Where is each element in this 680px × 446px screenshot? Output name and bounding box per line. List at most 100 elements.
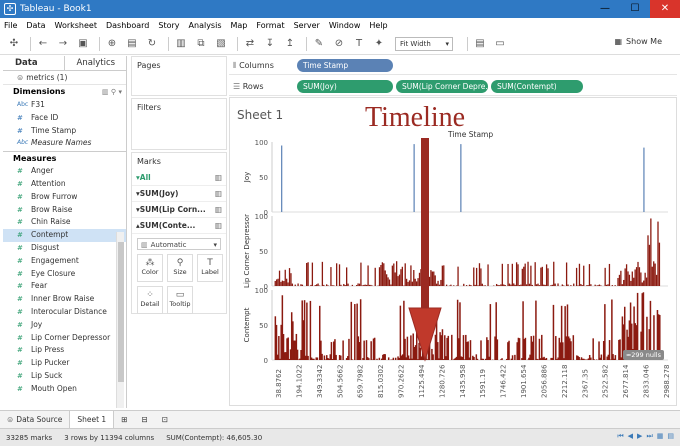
detail-mark-button[interactable]: ⁘ Detail (137, 286, 163, 314)
group-icon[interactable]: ⊘ (331, 36, 347, 52)
color-mark-button[interactable]: ⁂ Color (137, 254, 163, 282)
sheet-tab[interactable]: Sheet 1 (69, 410, 115, 429)
bar-mark (296, 349, 299, 360)
measure-field[interactable]: # Lip Corner Depressor (3, 332, 126, 345)
dimension-field[interactable]: Abc F31 (3, 99, 126, 112)
measure-field[interactable]: # Disgust (3, 242, 126, 255)
bar-mark (520, 284, 522, 286)
tableau-home-icon[interactable]: ✣ (6, 36, 22, 52)
measures-scrollbar[interactable] (116, 232, 124, 408)
measure-field[interactable]: # Brow Raise (3, 204, 126, 217)
row-pill-joy[interactable]: SUM(Joy) (297, 80, 393, 93)
new-worksheet-icon[interactable]: ▥ (173, 36, 189, 52)
measure-field[interactable]: # Lip Suck (3, 370, 126, 383)
labels-icon[interactable]: T (351, 36, 367, 52)
menu-dashboard[interactable]: Dashboard (106, 21, 149, 30)
prev-sheet-icon[interactable]: ◀ (628, 432, 633, 441)
marks-layer-row[interactable]: ▾ SUM(Joy) ▥ (132, 186, 226, 202)
tab-analytics[interactable]: Analytics (65, 56, 127, 70)
filters-card[interactable]: Filters (131, 98, 227, 150)
show-me-button[interactable]: ▦ Show Me (614, 37, 662, 46)
menu-worksheet[interactable]: Worksheet (55, 21, 97, 30)
measure-field[interactable]: # Lip Press (3, 344, 126, 357)
measure-field[interactable]: # Chin Raise (3, 216, 126, 229)
bar-mark (413, 144, 415, 212)
new-story-tab-icon[interactable]: ⊡ (155, 411, 175, 429)
last-sheet-icon[interactable]: ⏭ (646, 432, 652, 441)
menu-help[interactable]: Help (369, 21, 387, 30)
measure-field[interactable]: # Mouth Open (3, 383, 126, 396)
dimension-field[interactable]: # Time Stamp (3, 125, 126, 138)
size-mark-button[interactable]: ⚲ Size (167, 254, 193, 282)
measure-field[interactable]: # Attention (3, 178, 126, 191)
close-button[interactable]: ✕ (650, 0, 680, 18)
chart-svg[interactable]: 050100Joy050100Lip Corner Depressor05010… (230, 98, 676, 405)
measure-field[interactable]: # Lip Pucker (3, 357, 126, 370)
mark-type-dropdown[interactable]: ▥ Automatic ▾ (137, 238, 221, 250)
menu-format[interactable]: Format (256, 21, 284, 30)
bar-mark (507, 263, 509, 286)
measure-field[interactable]: # Contempt (3, 229, 126, 242)
row-pill-contempt[interactable]: SUM(Contempt) (491, 80, 583, 93)
show-cards-icon[interactable]: ▤ (472, 36, 488, 52)
rows-shelf[interactable]: ☰ Rows SUM(Joy) SUM(Lip Corner Depre.. S… (229, 78, 677, 96)
tooltip-mark-button[interactable]: ▭ Tooltip (167, 286, 193, 314)
marks-layer-row[interactable]: ▾ All ▥ (132, 170, 226, 186)
sheet-sorter-icon[interactable]: ▦ (657, 432, 664, 441)
menu-window[interactable]: Window (329, 21, 361, 30)
datasource-tab[interactable]: ⊜ Data Source (0, 411, 69, 429)
measure-field[interactable]: # Engagement (3, 255, 126, 268)
clear-sheet-icon[interactable]: ▧ (213, 36, 229, 52)
menu-file[interactable]: File (4, 21, 17, 30)
menu-data[interactable]: Data (26, 21, 45, 30)
new-datasource-icon[interactable]: ⊕ (104, 36, 120, 52)
maximize-button[interactable]: ☐ (620, 0, 650, 18)
filmstrip-icon[interactable]: ▤ (667, 432, 674, 441)
refresh-icon[interactable]: ↻ (144, 36, 160, 52)
measure-field[interactable]: # Joy (3, 319, 126, 332)
undo-icon[interactable]: ← (35, 36, 51, 52)
dimension-field[interactable]: # Face ID (3, 112, 126, 125)
pages-card[interactable]: Pages (131, 56, 227, 96)
presentation-mode-icon[interactable]: ▭ (492, 36, 508, 52)
label-mark-button[interactable]: T Label (197, 254, 223, 282)
nulls-badge[interactable]: ≈299 nulls (622, 350, 664, 360)
measure-field[interactable]: # Fear (3, 280, 126, 293)
measure-field[interactable]: # Anger (3, 165, 126, 178)
row-pill-lip-corner[interactable]: SUM(Lip Corner Depre.. (396, 80, 488, 93)
first-sheet-icon[interactable]: ⏮ (617, 432, 623, 441)
dimension-field[interactable]: Abc Measure Names (3, 137, 126, 150)
dimension-tools-icon[interactable]: ▥ ⚲ ▾ (102, 85, 122, 99)
datasource-item[interactable]: ⊜ metrics (1) (3, 71, 126, 85)
measure-field[interactable]: # Inner Brow Raise (3, 293, 126, 306)
new-dashboard-tab-icon[interactable]: ⊟ (135, 411, 155, 429)
minimize-button[interactable]: — (590, 0, 620, 18)
save-icon[interactable]: ▣ (75, 36, 91, 52)
string-type-icon: Abc (17, 139, 29, 147)
marks-layer-row[interactable]: ▴ SUM(Conte... ▥ (132, 218, 226, 234)
new-worksheet-tab-icon[interactable]: ⊞ (114, 411, 134, 429)
fit-dropdown[interactable]: Fit Width ▾ (395, 36, 453, 51)
tooltip-icon: ▭ (175, 290, 185, 300)
marks-layer-row[interactable]: ▾ SUM(Lip Corn... ▥ (132, 202, 226, 218)
next-sheet-icon[interactable]: ▶ (637, 432, 642, 441)
measure-field[interactable]: # Eye Closure (3, 268, 126, 281)
measure-field[interactable]: # Interocular Distance (3, 306, 126, 319)
scrollbar-thumb[interactable] (118, 242, 124, 382)
swap-icon[interactable]: ⇄ (242, 36, 258, 52)
column-pill[interactable]: Time Stamp (297, 59, 393, 72)
pin-icon[interactable]: ✦ (371, 36, 387, 52)
sort-descending-icon[interactable]: ↥ (282, 36, 298, 52)
menu-analysis[interactable]: Analysis (189, 21, 222, 30)
menu-story[interactable]: Story (158, 21, 179, 30)
duplicate-sheet-icon[interactable]: ⧉ (193, 36, 209, 52)
menu-map[interactable]: Map (231, 21, 248, 30)
sort-ascending-icon[interactable]: ↧ (262, 36, 278, 52)
tab-data[interactable]: Data (3, 56, 65, 70)
columns-shelf[interactable]: ⦀ Columns Time Stamp (229, 57, 677, 75)
pause-updates-icon[interactable]: ▤ (124, 36, 140, 52)
menu-server[interactable]: Server (294, 21, 320, 30)
highlight-icon[interactable]: ✎ (311, 36, 327, 52)
measure-field[interactable]: # Brow Furrow (3, 191, 126, 204)
redo-icon[interactable]: → (55, 36, 71, 52)
